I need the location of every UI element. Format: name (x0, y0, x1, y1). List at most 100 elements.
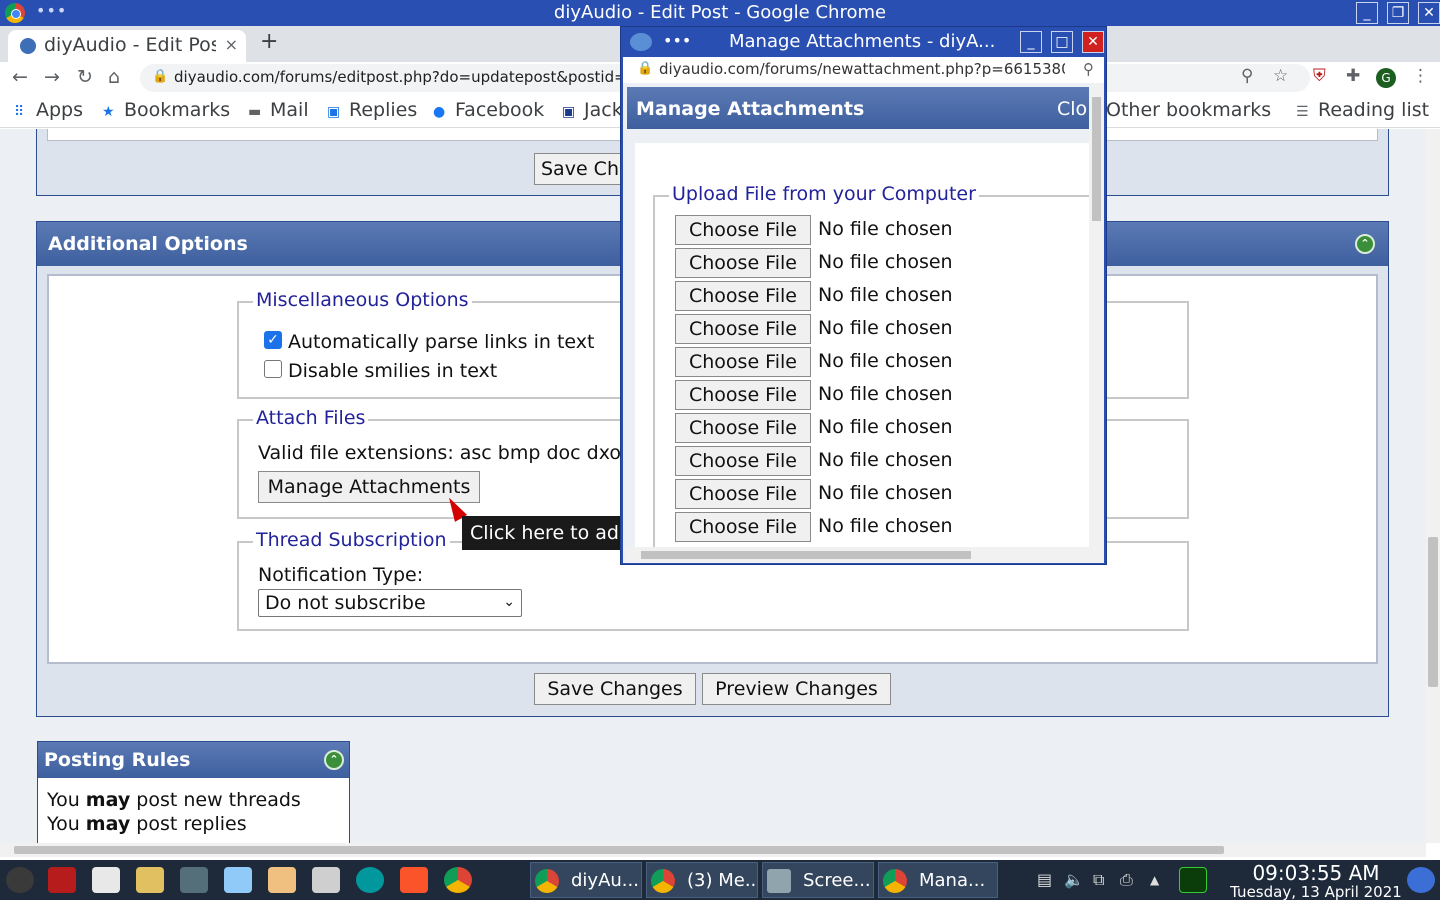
minimize-window-button[interactable]: _ (1356, 2, 1378, 24)
clock[interactable]: 09:03:55 AM Tuesday, 13 April 2021 (1218, 862, 1414, 900)
close-tab-icon[interactable]: × (225, 35, 238, 54)
disable-smilies-checkbox[interactable] (264, 360, 282, 378)
popup-vertical-scrollbar[interactable] (1089, 83, 1104, 563)
disable-smilies-label[interactable]: Disable smilies in text (288, 360, 497, 382)
choose-file-button[interactable]: Choose File (675, 413, 811, 443)
choose-file-button[interactable]: Choose File (675, 512, 811, 542)
close-window-button[interactable]: ✕ (1418, 2, 1440, 24)
file-manager-icon[interactable] (224, 867, 252, 893)
close-window-link[interactable]: Clo (1057, 98, 1087, 120)
circuit-app-icon[interactable] (268, 867, 296, 893)
popup-url[interactable]: diyaudio.com/forums/newattachment.php?p=… (659, 60, 1065, 78)
package-app-icon[interactable] (180, 867, 208, 893)
choose-file-button[interactable]: Choose File (675, 446, 811, 476)
kebab-menu-icon[interactable]: ⋮ (1412, 66, 1429, 86)
choose-file-button[interactable]: Choose File (675, 248, 811, 278)
choose-file-button[interactable]: Choose File (675, 281, 811, 311)
choose-file-button[interactable]: Choose File (675, 380, 811, 410)
scrollbar-thumb[interactable] (1092, 97, 1101, 221)
popup-close-button[interactable]: ✕ (1082, 31, 1104, 53)
choose-file-button[interactable]: Choose File (675, 215, 811, 245)
diyaudio-favicon-icon (20, 38, 36, 54)
tray-expand-icon[interactable]: ▲ (1150, 873, 1159, 887)
scrollbar-thumb[interactable] (14, 846, 1224, 854)
parse-links-label[interactable]: Automatically parse links in text (288, 331, 594, 353)
popup-horizontal-scrollbar[interactable] (625, 547, 1089, 563)
additional-options-title: Additional Options (48, 233, 248, 255)
parse-links-checkbox[interactable]: ✓ (264, 331, 282, 349)
task-label: (3) Me... (687, 870, 758, 891)
tab-diyaudio-edit-post[interactable]: diyAudio - Edit Post × (8, 30, 246, 62)
collapse-icon[interactable]: ⌃ (324, 750, 344, 770)
lock-icon[interactable]: 🔒 (637, 61, 653, 76)
bookmark-replies[interactable]: ▣ Replies (327, 99, 417, 121)
posting-rules-title: Posting Rules (44, 749, 191, 771)
task-messages[interactable]: (3) Me... (646, 862, 758, 898)
bookmark-bookmarks[interactable]: ★ Bookmarks (102, 99, 230, 121)
profile-avatar[interactable]: G (1376, 68, 1396, 88)
address-url[interactable]: diyaudio.com/forums/editpost.php?do=upda… (174, 68, 684, 86)
scrollbar-thumb[interactable] (641, 551, 971, 559)
popup-minimize-button[interactable]: _ (1020, 31, 1042, 53)
scrollbar-thumb[interactable] (1428, 537, 1438, 687)
screenshot-app-icon (767, 869, 791, 893)
save-changes-top-button[interactable]: Save Ch (534, 153, 626, 185)
posting-rules-header: Posting Rules ⌃ (38, 742, 349, 778)
save-changes-button[interactable]: Save Changes (534, 673, 696, 705)
reload-icon[interactable]: ↻ (77, 66, 93, 88)
bookmark-jack[interactable]: ▣ Jack (562, 99, 623, 121)
window-menu-dots-icon[interactable]: ••• (663, 31, 691, 50)
bookmark-star-icon[interactable]: ☆ (1273, 66, 1288, 86)
notification-center-icon[interactable] (1407, 867, 1435, 893)
start-menu-icon[interactable] (6, 867, 34, 893)
page-horizontal-scrollbar[interactable] (0, 843, 1426, 857)
chrome-icon[interactable] (444, 867, 472, 893)
task-screenshot[interactable]: Scree... (762, 862, 874, 898)
clipboard-icon[interactable]: ▤ (1037, 870, 1052, 889)
printer-icon[interactable]: ⎙ (1120, 870, 1133, 890)
zoom-icon[interactable]: ⚲ (1241, 66, 1253, 86)
brave-browser-icon[interactable] (400, 867, 428, 893)
chrome-icon (535, 869, 559, 893)
bookmark-other[interactable]: Other bookmarks (1106, 99, 1271, 121)
diagram-app-icon[interactable] (92, 867, 120, 893)
valid-extensions-text: Valid file extensions: asc bmp doc dxo g (258, 442, 640, 464)
restore-window-button[interactable]: ❐ (1387, 2, 1409, 24)
rule-emphasis: may (85, 813, 131, 835)
collapse-icon[interactable]: ⌃ (1355, 234, 1375, 254)
app-launcher-red-icon[interactable] (48, 867, 76, 893)
calculator-icon[interactable] (312, 867, 340, 893)
choose-file-button[interactable]: Choose File (675, 347, 811, 377)
arduino-icon[interactable] (356, 867, 384, 893)
rule-new-threads: You may post new threads (47, 789, 301, 811)
bookmark-label: Other bookmarks (1106, 99, 1272, 121)
chart-app-icon[interactable] (136, 867, 164, 893)
shield-extension-icon[interactable]: ⛨ (1313, 66, 1326, 86)
zoom-icon[interactable]: ⚲ (1083, 60, 1094, 78)
notification-type-select[interactable]: Do not subscribe ⌄ (258, 589, 522, 617)
bookmark-mail[interactable]: ▬ Mail (248, 99, 309, 121)
home-icon[interactable]: ⌂ (108, 66, 120, 88)
preview-changes-button[interactable]: Preview Changes (702, 673, 891, 705)
task-manage-attachments[interactable]: Mana... (878, 862, 998, 898)
page-vertical-scrollbar[interactable] (1426, 129, 1440, 843)
choose-file-button[interactable]: Choose File (675, 479, 811, 509)
task-diyaudio[interactable]: diyAu... (530, 862, 642, 898)
bookmark-facebook[interactable]: ● Facebook (433, 99, 544, 121)
window-title: diyAudio - Edit Post - Google Chrome (553, 2, 887, 23)
lock-icon[interactable]: 🔒 (152, 69, 168, 84)
new-tab-button[interactable]: + (260, 29, 278, 54)
popup-maximize-button[interactable]: □ (1051, 31, 1073, 53)
forward-arrow-icon[interactable]: → (44, 66, 60, 88)
popup-address-bar[interactable]: 🔒 diyaudio.com/forums/newattachment.php?… (623, 57, 1104, 83)
bookmark-apps[interactable]: ⠿ Apps (14, 99, 83, 121)
puzzle-extensions-icon[interactable]: ✚ (1346, 66, 1360, 86)
choose-file-button[interactable]: Choose File (675, 314, 811, 344)
system-monitor-icon[interactable] (1179, 867, 1207, 893)
rule-text: post new threads (130, 789, 301, 811)
no-file-chosen-text: No file chosen (818, 515, 953, 537)
network-icon[interactable]: ⧉ (1093, 870, 1104, 890)
bookmark-reading-list[interactable]: ☰ Reading list (1296, 99, 1429, 121)
volume-icon[interactable]: 🔈 (1064, 870, 1084, 889)
back-arrow-icon[interactable]: ← (12, 66, 28, 88)
